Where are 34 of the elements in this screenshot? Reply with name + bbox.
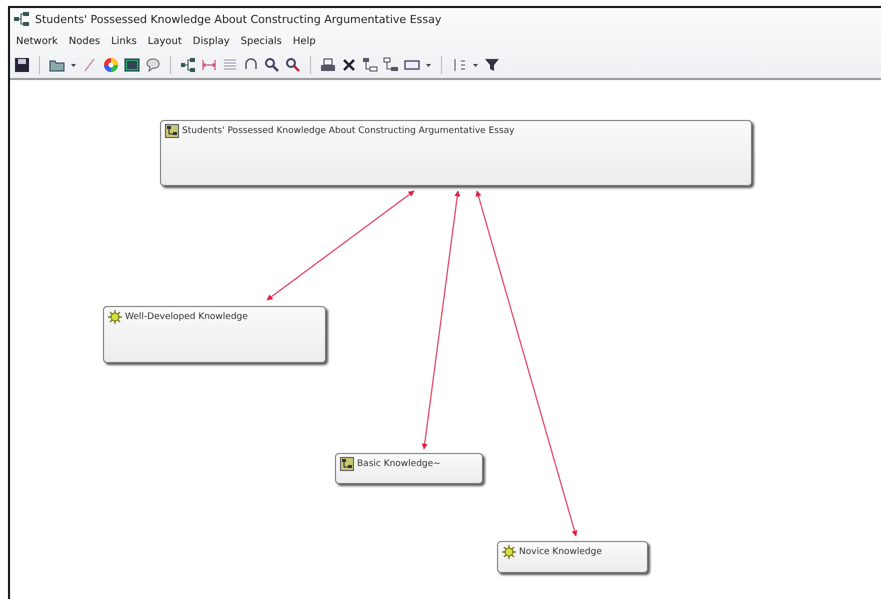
zoom-out-icon[interactable] [264,57,280,73]
node-label: Well-Developed Knowledge [125,311,248,324]
spread-icon[interactable] [201,57,217,73]
hierarchy-icon[interactable] [180,57,196,73]
save-icon[interactable] [14,57,30,73]
menu-item[interactable]: Specials [240,36,282,46]
speech-bubble-icon[interactable] [145,57,161,73]
menu-item[interactable]: Nodes [68,36,100,46]
sun-icon [108,310,122,324]
image-icon[interactable] [124,57,140,73]
zoom-in-icon[interactable] [285,57,301,73]
delete-icon[interactable] [341,57,357,73]
node-label: Students' Possessed Knowledge About Constructing Argumentative Essay [182,125,514,138]
concept-node[interactable]: Well-Developed Knowledge [103,306,326,363]
menu-item[interactable]: Display [192,36,230,46]
filter-icon[interactable] [484,57,500,73]
app-icon [14,12,30,26]
network-icon [165,124,179,138]
print-icon[interactable] [320,57,336,73]
menu-item[interactable]: Layout [148,36,182,46]
concept-node[interactable]: Students' Possessed Knowledge About Constructing Argumentative Essay [160,120,752,186]
node-label: Basic Knowledge~ [357,458,441,471]
menu-item[interactable]: Links [111,36,137,46]
color-wheel-icon[interactable] [103,57,119,73]
window-title: Students' Possessed Knowledge About Constructing Argumentative Essay [35,12,442,26]
menu-item[interactable]: Network [16,36,58,46]
menu-item[interactable]: Help [292,36,316,46]
node-label: Novice Knowledge [519,546,602,559]
network-icon [340,457,354,471]
sun-icon [502,545,516,559]
concept-node[interactable]: Basic Knowledge~ [335,453,483,484]
concept-node[interactable]: Novice Knowledge [497,541,648,573]
tree-layout-icon[interactable] [362,57,378,73]
tree-layout-icon[interactable] [383,57,399,73]
